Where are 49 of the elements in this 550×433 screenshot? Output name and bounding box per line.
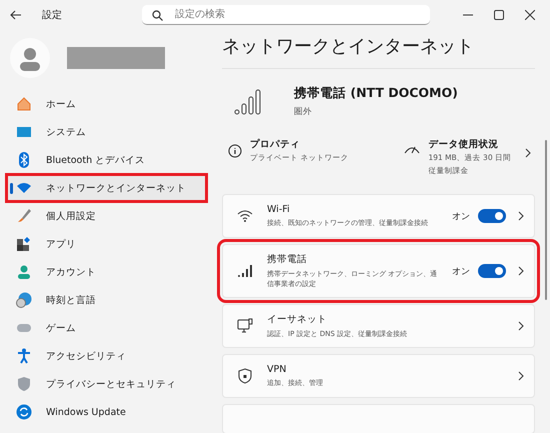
sidebar-icon xyxy=(16,236,32,252)
maximize-icon[interactable] xyxy=(494,10,504,20)
sidebar-item[interactable]: アプリ xyxy=(6,230,207,258)
toggle-switch[interactable] xyxy=(478,264,506,278)
sidebar-icon xyxy=(16,292,32,308)
chevron-icon xyxy=(518,266,524,276)
chevron-icon xyxy=(518,371,524,382)
sidebar-item[interactable]: Windows Update xyxy=(6,398,207,426)
search-icon xyxy=(152,10,163,21)
chevron-icon xyxy=(525,148,531,158)
sidebar-item[interactable]: ゲーム xyxy=(6,314,207,342)
card-icon xyxy=(237,318,253,334)
sidebar-item[interactable]: Bluetooth とデバイス xyxy=(6,146,207,174)
card-icon xyxy=(237,208,253,224)
sidebar-item[interactable]: プライバシーとセキュリティ xyxy=(6,370,207,398)
sidebar-icon xyxy=(16,264,32,280)
sidebar-item[interactable]: 時刻と言語 xyxy=(6,286,207,314)
sidebar-icon xyxy=(16,180,32,196)
sidebar-icon xyxy=(16,348,32,364)
chevron-icon xyxy=(518,211,524,221)
sidebar-item[interactable]: アカウント xyxy=(6,258,207,286)
sidebar-item[interactable]: ホーム xyxy=(6,90,207,118)
avatar-icon xyxy=(10,38,50,78)
sidebar-icon xyxy=(16,152,32,168)
sidebar-item[interactable]: 個人用設定 xyxy=(6,202,207,230)
window-title: 設定 xyxy=(42,8,63,22)
network-status: 圏外 xyxy=(294,106,313,118)
sidebar-item[interactable]: アクセシビリティ xyxy=(6,342,207,370)
sidebar-icon xyxy=(16,404,32,420)
toggle-label: オン xyxy=(452,266,470,278)
sidebar-icon xyxy=(16,376,32,392)
search-field[interactable]: 設定の検索 xyxy=(142,5,430,25)
info-icon xyxy=(228,144,242,158)
network-name: 携帯電話 (NTT DOCOMO) xyxy=(294,85,458,102)
sidebar-item[interactable]: システム xyxy=(6,118,207,146)
chevron-icon xyxy=(518,321,524,332)
page-title: ネットワークとインターネット xyxy=(222,35,475,58)
sidebar-icon xyxy=(16,124,32,140)
sidebar-icon xyxy=(16,208,32,224)
gauge-icon xyxy=(404,144,420,156)
sidebar-item[interactable]: ネットワークとインターネット xyxy=(6,174,207,202)
toggle-label: オン xyxy=(452,210,470,222)
close-icon[interactable] xyxy=(525,10,535,20)
back-arrow-icon[interactable] xyxy=(10,9,22,21)
card-icon xyxy=(237,368,253,384)
sidebar-icon xyxy=(16,96,32,112)
scrollbar[interactable] xyxy=(545,140,547,300)
card-icon xyxy=(237,263,253,280)
toggle-switch[interactable] xyxy=(478,209,506,223)
